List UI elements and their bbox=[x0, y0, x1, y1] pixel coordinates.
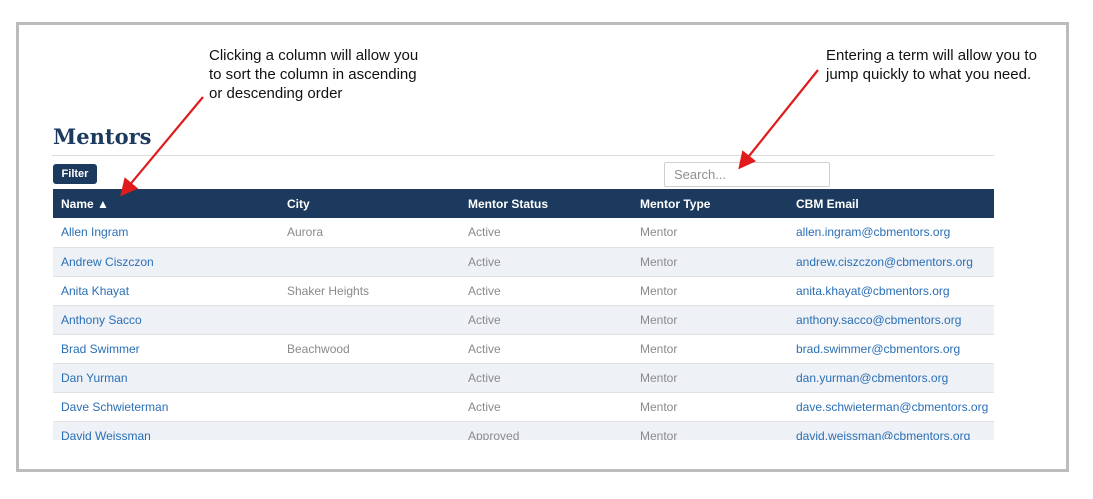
title-divider bbox=[52, 155, 994, 156]
table-row: Andrew Ciszczon Active Mentor andrew.cis… bbox=[53, 247, 994, 276]
type-cell: Mentor bbox=[640, 254, 678, 269]
status-cell: Active bbox=[468, 312, 501, 327]
status-cell: Approved bbox=[468, 428, 520, 441]
mentor-name-link[interactable]: David Weissman bbox=[53, 421, 279, 441]
city-cell: Shaker Heights bbox=[287, 283, 370, 298]
sort-annotation-line: or descending order bbox=[209, 85, 343, 102]
city-cell: Aurora bbox=[287, 225, 324, 240]
search-annotation-line: Entering a term will allow you to bbox=[826, 47, 1037, 64]
email-link[interactable]: brad.swimmer@cbmentors.org bbox=[788, 334, 994, 363]
mentor-name-link[interactable]: Dave Schwieterman bbox=[53, 392, 279, 421]
table-header-row: Name ▲ City Mentor Status Mentor Type CB… bbox=[53, 189, 994, 218]
type-cell: Mentor bbox=[640, 370, 678, 385]
email-link[interactable]: anita.khayat@cbmentors.org bbox=[788, 276, 994, 305]
table-row: Anthony Sacco Active Mentor anthony.sacc… bbox=[53, 305, 994, 334]
email-link[interactable]: dave.schwieterman@cbmentors.org bbox=[788, 392, 994, 421]
mentor-name-link[interactable]: Anthony Sacco bbox=[53, 305, 279, 334]
status-cell: Active bbox=[468, 283, 501, 298]
email-link[interactable]: anthony.sacco@cbmentors.org bbox=[788, 305, 994, 334]
column-header-city[interactable]: City bbox=[279, 189, 460, 218]
table-row: Allen Ingram Aurora Active Mentor allen.… bbox=[53, 218, 994, 247]
table-row: Brad Swimmer Beachwood Active Mentor bra… bbox=[53, 334, 994, 363]
mentor-name-link[interactable]: Dan Yurman bbox=[53, 363, 279, 392]
column-header-mentor-type[interactable]: Mentor Type bbox=[632, 189, 788, 218]
mentor-name-link[interactable]: Allen Ingram bbox=[53, 218, 279, 247]
status-cell: Active bbox=[468, 341, 501, 356]
type-cell: Mentor bbox=[640, 341, 678, 356]
email-link[interactable]: dan.yurman@cbmentors.org bbox=[788, 363, 994, 392]
search-annotation-line: jump quickly to what you need. bbox=[826, 66, 1032, 83]
search-annotation: Entering a term will allow you to jump q… bbox=[826, 46, 1056, 84]
table-row: Dan Yurman Active Mentor dan.yurman@cbme… bbox=[53, 363, 994, 392]
column-header-mentor-status[interactable]: Mentor Status bbox=[460, 189, 632, 218]
page-title: Mentors bbox=[53, 124, 152, 149]
type-cell: Mentor bbox=[640, 312, 678, 327]
status-cell: Active bbox=[468, 254, 501, 269]
mentor-name-link[interactable]: Anita Khayat bbox=[53, 276, 279, 305]
email-link[interactable]: david.weissman@cbmentors.org bbox=[788, 421, 994, 441]
email-link[interactable]: andrew.ciszczon@cbmentors.org bbox=[788, 247, 994, 276]
column-header-name[interactable]: Name ▲ bbox=[53, 189, 279, 218]
sort-annotation-line: Clicking a column will allow you bbox=[209, 47, 419, 64]
column-header-cbm-email[interactable]: CBM Email bbox=[788, 189, 994, 218]
status-cell: Active bbox=[468, 225, 501, 240]
table-row: David Weissman Approved Mentor david.wei… bbox=[53, 421, 994, 440]
city-cell bbox=[279, 305, 460, 334]
table-row: Anita Khayat Shaker Heights Active Mento… bbox=[53, 276, 994, 305]
status-cell: Active bbox=[468, 370, 501, 385]
type-cell: Mentor bbox=[640, 283, 678, 298]
type-cell: Mentor bbox=[640, 399, 678, 414]
status-cell: Active bbox=[468, 399, 501, 414]
city-cell bbox=[279, 247, 460, 276]
mentor-name-link[interactable]: Brad Swimmer bbox=[53, 334, 279, 363]
mentors-table: Name ▲ City Mentor Status Mentor Type CB… bbox=[53, 189, 994, 440]
city-cell: Beachwood bbox=[287, 341, 350, 356]
sort-annotation: Clicking a column will allow you to sort… bbox=[209, 46, 439, 103]
city-cell bbox=[279, 392, 460, 421]
filter-button[interactable]: Filter bbox=[53, 164, 97, 184]
email-link[interactable]: allen.ingram@cbmentors.org bbox=[788, 218, 994, 247]
city-cell bbox=[279, 363, 460, 392]
search-input[interactable] bbox=[664, 162, 830, 187]
city-cell bbox=[279, 421, 460, 440]
type-cell: Mentor bbox=[640, 225, 678, 240]
table-row: Dave Schwieterman Active Mentor dave.sch… bbox=[53, 392, 994, 421]
sort-annotation-line: to sort the column in ascending bbox=[209, 66, 417, 83]
mentor-name-link[interactable]: Andrew Ciszczon bbox=[53, 247, 279, 276]
type-cell: Mentor bbox=[640, 428, 678, 441]
